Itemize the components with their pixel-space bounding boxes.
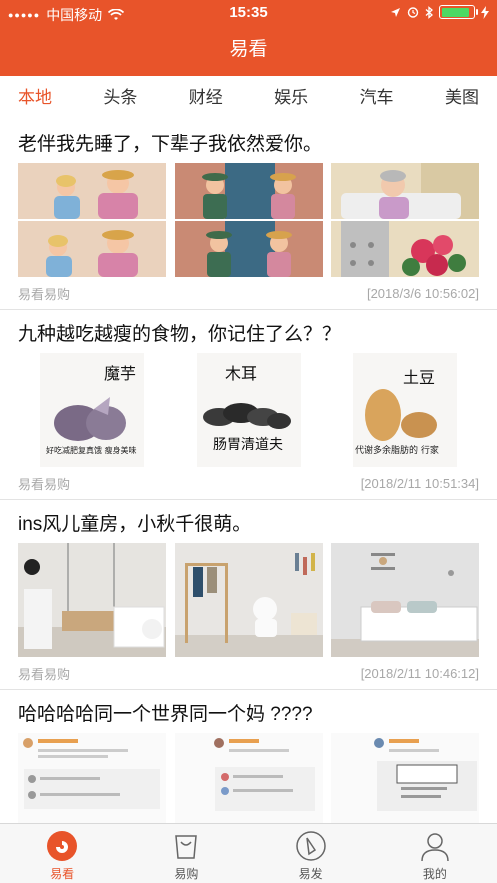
food-caption: 好吃减肥复真饿 瘦身美味: [46, 445, 137, 455]
article-title[interactable]: ins风儿童房，小秋千很萌。: [18, 500, 479, 543]
bluetooth-icon: [425, 5, 433, 19]
article-source: 易看易购: [18, 476, 71, 492]
charging-icon: [481, 5, 489, 19]
tabbar-shop[interactable]: 易购: [124, 824, 248, 883]
page-title: 易看: [229, 39, 268, 60]
chat-screenshot-2[interactable]: [174, 733, 323, 823]
status-right-group: [390, 5, 489, 19]
shopping-bag-icon: [175, 835, 198, 859]
bottom-tab-bar: 易看 易购 易发 我的: [0, 823, 497, 883]
article-title[interactable]: 九种越吃越瘦的食物，你记住了么？？: [18, 310, 479, 353]
status-bar: ●●●●● 中国移动 15:35: [0, 0, 497, 26]
food-caption: 肠胃清道夫: [213, 437, 283, 453]
article-time: [2018/2/11 10:46:12]: [360, 665, 479, 681]
comic-bed-panel[interactable]: [331, 163, 479, 277]
article-item[interactable]: ins风儿童房，小秋千很萌。 易看易购 [2018/2/11 10:46:12]: [0, 500, 497, 690]
article-item[interactable]: 哈哈哈哈同一个世界同一个妈 ????: [0, 690, 497, 823]
tabbar-news[interactable]: 易看: [0, 824, 124, 883]
tab-finance[interactable]: 财经: [189, 76, 223, 120]
food-label: 木耳: [225, 364, 257, 383]
category-tabs: 本地 头条 财经 娱乐 汽车 美图: [0, 76, 497, 120]
tab-entertainment[interactable]: 娱乐: [274, 76, 308, 120]
user-icon: [421, 833, 449, 862]
article-meta: 易看易购 [2018/3/6 10:56:02]: [18, 277, 479, 309]
battery-icon: [439, 5, 478, 19]
battery-fill: [441, 7, 470, 17]
tab-local[interactable]: 本地: [18, 76, 52, 120]
food-caption: 代谢多余脂肪的 行家: [355, 444, 439, 456]
news-icon: [47, 831, 78, 861]
article-thumbnails: [18, 543, 479, 657]
tabbar-profile[interactable]: 我的: [373, 824, 497, 883]
food-label: 土豆: [403, 368, 435, 387]
food-fungus-card[interactable]: 木耳 肠胃清道夫: [174, 353, 323, 467]
article-thumbnails: 魔芋 好吃减肥复真饿 瘦身美味 木耳 肠胃清道夫 土豆 代谢多余脂肪的 行家: [18, 353, 479, 467]
tabbar-news-label: 易看: [50, 867, 75, 881]
comic-couple-panel[interactable]: [18, 163, 166, 277]
alarm-icon: [407, 7, 419, 18]
comic-door-panel[interactable]: [174, 163, 323, 277]
article-title[interactable]: 老伴我先睡了，下辈子我依然爱你。: [18, 120, 479, 163]
tabbar-shop-label: 易购: [174, 867, 199, 881]
food-label: 魔芋: [104, 364, 136, 383]
article-item[interactable]: 老伴我先睡了，下辈子我依然爱你。 易看易购 [2018/3/6 10:56:02…: [0, 120, 497, 310]
article-source: 易看易购: [18, 666, 71, 682]
chat-screenshot-1[interactable]: [18, 733, 166, 823]
article-meta: 易看易购 [2018/2/11 10:51:34]: [18, 467, 479, 499]
kids-room-swing[interactable]: [18, 543, 166, 657]
tabbar-profile-label: 我的: [422, 867, 447, 881]
food-konjac-card[interactable]: 魔芋 好吃减肥复真饿 瘦身美味: [18, 353, 166, 467]
tabbar-post[interactable]: 易发: [249, 824, 373, 883]
article-title[interactable]: 哈哈哈哈同一个世界同一个妈 ????: [18, 690, 479, 733]
food-potato-card[interactable]: 土豆 代谢多余脂肪的 行家: [331, 353, 479, 467]
nav-bar: 易看: [0, 26, 497, 76]
tab-auto[interactable]: 汽车: [360, 76, 394, 120]
article-item[interactable]: 九种越吃越瘦的食物，你记住了么？？ 魔芋 好吃减肥复真饿 瘦身美味 木耳 肠胃清…: [0, 310, 497, 500]
compass-icon: [295, 831, 326, 861]
location-icon: [391, 7, 400, 17]
tab-pictures[interactable]: 美图: [445, 76, 479, 120]
kids-room-rack[interactable]: [174, 543, 323, 657]
tab-headlines[interactable]: 头条: [103, 76, 137, 120]
chat-screenshot-3[interactable]: [331, 733, 479, 823]
article-thumbnails: [18, 163, 479, 277]
article-source: 易看易购: [18, 286, 71, 302]
news-feed[interactable]: 老伴我先睡了，下辈子我依然爱你。 易看易购 [2018/3/6 10:56:02…: [0, 120, 497, 823]
tabbar-post-label: 易发: [298, 867, 323, 881]
article-time: [2018/3/6 10:56:02]: [366, 285, 479, 301]
kids-room-bed[interactable]: [331, 543, 479, 657]
article-meta: 易看易购 [2018/2/11 10:46:12]: [18, 657, 479, 689]
article-time: [2018/2/11 10:51:34]: [360, 475, 479, 491]
article-thumbnails: [18, 733, 479, 823]
